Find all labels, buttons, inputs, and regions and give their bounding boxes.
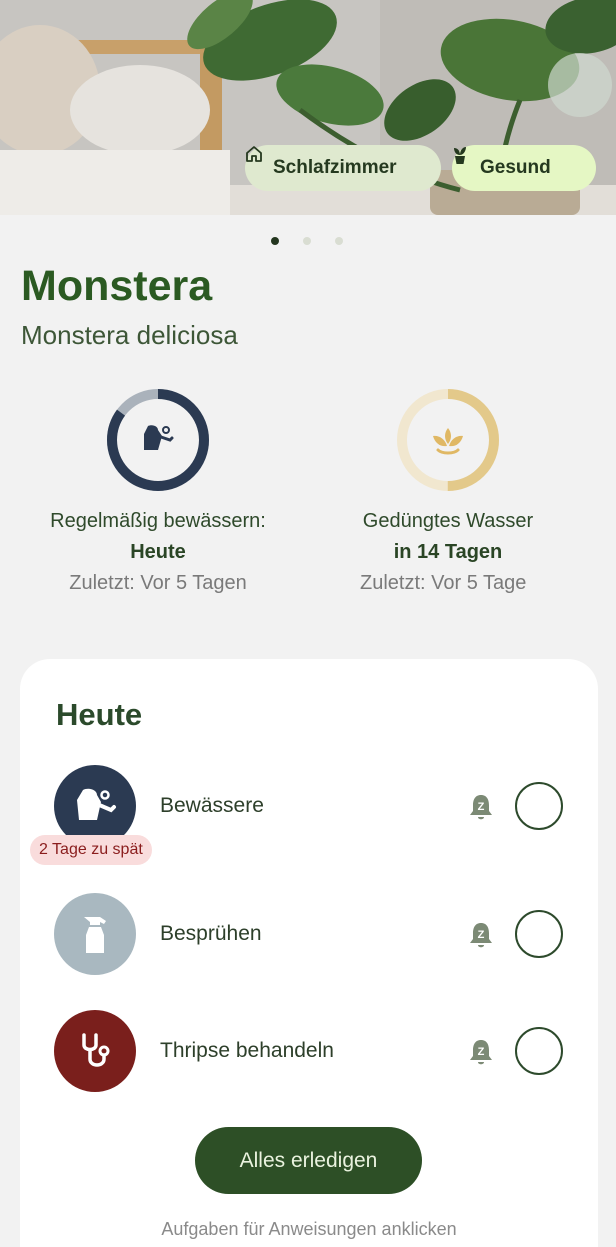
task-complete-checkbox[interactable]: [515, 782, 563, 830]
complete-all-button[interactable]: Alles erledigen: [195, 1127, 422, 1194]
page-dot-3[interactable]: [335, 237, 343, 245]
stat-last-done: Zuletzt: Vor 5 Tage: [360, 572, 527, 594]
stethoscope-icon: [82, 1033, 110, 1067]
fertilizer-schedule-stat[interactable]: Gedüngtes Wasser in 14 Tagen Zuletzt: Vo…: [298, 386, 598, 595]
svg-text:Z: Z: [478, 929, 485, 941]
snooze-bell-icon[interactable]: Z: [467, 920, 495, 950]
stat-due: in 14 Tagen: [393, 541, 503, 563]
watering-can-icon: [77, 788, 116, 820]
task-label: Besprühen: [160, 922, 262, 945]
stat-due: Heute: [130, 541, 186, 563]
task-icon-circle: [54, 1010, 136, 1092]
stat-title: Regelmäßig bewässern:: [50, 510, 266, 532]
watering-schedule-stat[interactable]: Regelmäßig bewässern: Heute Zuletzt: Vor…: [8, 386, 308, 595]
task-row-watering[interactable]: Bewässere 2 Tage zu spät Z: [20, 765, 598, 865]
overdue-badge: 2 Tage zu spät: [30, 835, 152, 865]
stat-last-done: Zuletzt: Vor 5 Tagen: [69, 572, 247, 594]
task-label: Bewässere: [160, 794, 264, 817]
task-row-thrips-treatment[interactable]: Thripse behandeln Z: [20, 1010, 598, 1094]
instructions-hint: Aufgaben für Anweisungen anklicken: [161, 1219, 457, 1239]
watering-can-icon: [144, 425, 174, 450]
task-label: Thripse behandeln: [160, 1039, 334, 1062]
fertilizer-progress-ring: [397, 389, 499, 491]
task-complete-checkbox[interactable]: [515, 910, 563, 958]
spray-bottle-icon: [84, 917, 106, 953]
sprout-icon: [433, 428, 463, 455]
page-dot-1[interactable]: [271, 237, 279, 245]
task-icon-circle: [54, 893, 136, 975]
today-title: Heute: [56, 697, 143, 732]
plant-name: Monstera: [21, 262, 213, 310]
today-tasks-card: Heute Bewässere 2 Tage zu spät Z Besprüh…: [20, 659, 598, 1247]
plant-latin-name: Monstera deliciosa: [21, 320, 238, 350]
snooze-bell-icon[interactable]: Z: [467, 792, 495, 822]
carousel-page-indicator: [271, 237, 343, 245]
svg-text:Z: Z: [478, 801, 485, 813]
health-status-chip[interactable]: Gesund: [452, 145, 596, 191]
task-row-spraying[interactable]: Besprühen Z: [20, 893, 598, 977]
snooze-bell-icon[interactable]: Z: [467, 1037, 495, 1067]
room-chip-label: Schlafzimmer: [273, 157, 397, 178]
stat-title: Gedüngtes Wasser: [362, 510, 534, 532]
room-chip[interactable]: Schlafzimmer: [245, 145, 441, 191]
page-dot-2[interactable]: [303, 237, 311, 245]
plant-photo-carousel[interactable]: Schlafzimmer Gesund: [0, 0, 616, 215]
svg-text:Z: Z: [478, 1046, 485, 1058]
task-complete-checkbox[interactable]: [515, 1027, 563, 1075]
health-chip-label: Gesund: [480, 157, 551, 178]
watering-progress-ring: [107, 389, 209, 491]
